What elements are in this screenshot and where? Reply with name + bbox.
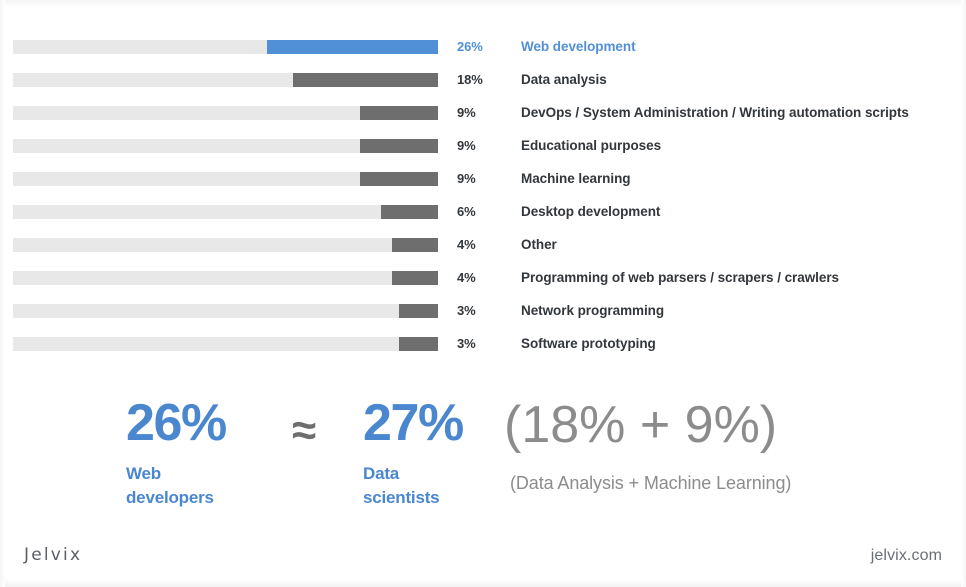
bar-track (13, 73, 438, 87)
bar-track (13, 106, 438, 120)
bar-value-label: 4% (457, 270, 476, 285)
infographic-canvas: 26% Web development 18% Data analysis 9% DevO… (0, 0, 966, 587)
web-developers-caption-line1: Web (126, 464, 161, 483)
bar-fill (360, 172, 438, 186)
bar-value-label: 3% (457, 336, 476, 351)
bar-track (13, 337, 438, 351)
bar-category-label: Educational purposes (521, 138, 662, 153)
bar-fill (267, 40, 438, 54)
bar-value-label: 9% (457, 138, 476, 153)
bar-fill (381, 205, 438, 219)
bar-category-label: Programming of web parsers / scrapers / … (521, 270, 839, 285)
bar-track (13, 172, 438, 186)
bar-track (13, 139, 438, 153)
page-edge-top (0, 0, 966, 7)
page-edge-bottom (0, 579, 966, 587)
bar-track (13, 205, 438, 219)
web-developers-value: 26% (126, 394, 227, 452)
data-scientists-caption-line2: scientists (363, 488, 440, 507)
bar-fill (293, 73, 438, 87)
data-scientists-value: 27% (363, 394, 464, 452)
approximately-equal-icon: ≈ (292, 406, 317, 455)
bar-category-label: Data analysis (521, 72, 607, 87)
summary-equation: 26% Web developers ≈ 27% Data scientists… (0, 392, 966, 522)
bar-fill (399, 337, 438, 351)
sum-expression: (18% + 9%) (504, 396, 778, 454)
bar-track (13, 304, 438, 318)
bar-fill (399, 304, 438, 318)
bar-track (13, 40, 438, 54)
bar-value-label: 18% (457, 72, 483, 87)
data-scientists-caption: Data scientists (363, 462, 463, 510)
bar-value-label: 9% (457, 105, 476, 120)
bar-track (13, 271, 438, 285)
bar-fill (360, 139, 438, 153)
bar-category-label: DevOps / System Administration / Writing… (521, 105, 909, 120)
web-developers-figure: 26% Web developers (126, 392, 227, 510)
bar-category-label: Other (521, 237, 557, 252)
bar-fill (392, 238, 438, 252)
bar-fill (392, 271, 438, 285)
sum-breakdown: (18% + 9%) (Data Analysis + Machine Lear… (504, 393, 791, 495)
bar-category-label: Machine learning (521, 171, 631, 186)
web-developers-caption-line2: developers (126, 488, 214, 507)
bar-fill (360, 106, 438, 120)
bar-track (13, 238, 438, 252)
data-scientists-caption-line1: Data (363, 464, 400, 483)
jelvix-logo: Jelvix (24, 545, 83, 565)
data-scientists-figure: 27% Data scientists (363, 392, 464, 510)
bar-category-label: Network programming (521, 303, 665, 318)
web-developers-caption: Web developers (126, 462, 226, 510)
bar-value-label: 6% (457, 204, 476, 219)
bar-category-label: Web development (521, 39, 636, 54)
bar-category-label: Software prototyping (521, 336, 656, 351)
jelvix-website-url: jelvix.com (870, 547, 942, 564)
bar-category-label: Desktop development (521, 204, 661, 219)
bar-value-label: 3% (457, 303, 476, 318)
sum-caption: (Data Analysis + Machine Learning) (510, 473, 792, 493)
bar-value-label: 26% (457, 39, 483, 54)
bar-value-label: 9% (457, 171, 476, 186)
bar-value-label: 4% (457, 237, 476, 252)
